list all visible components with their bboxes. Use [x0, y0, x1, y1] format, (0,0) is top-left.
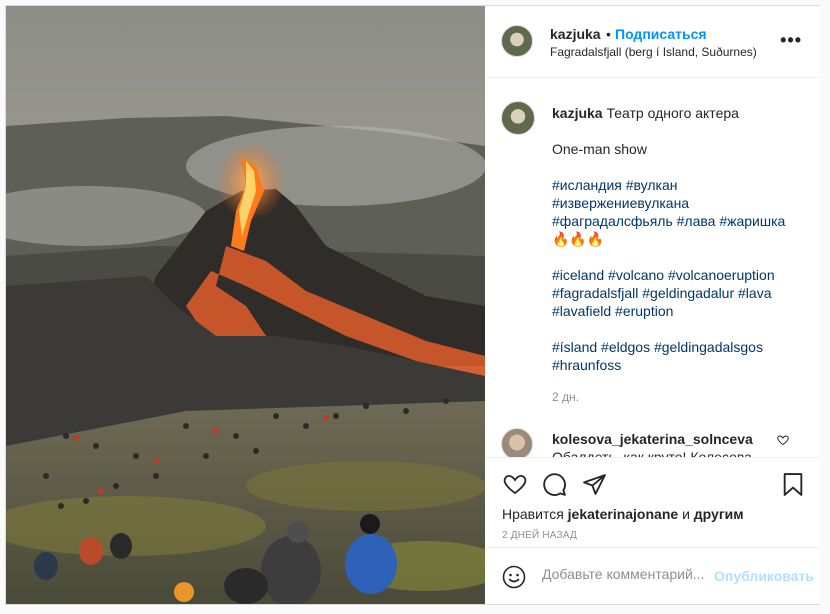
- hashtags-is-2[interactable]: #hraunfoss: [552, 356, 807, 374]
- author-username[interactable]: kazjuka: [550, 26, 601, 42]
- likes-others[interactable]: другим: [694, 506, 744, 522]
- bookmark-icon[interactable]: [782, 472, 804, 500]
- hashtags-en-3[interactable]: #lavafield #eruption: [552, 302, 807, 320]
- caption-avatar[interactable]: [501, 101, 535, 135]
- post-photo[interactable]: [6, 6, 485, 604]
- post-card: kazjuka • Подписаться Fagradalsfjall (be…: [5, 5, 820, 605]
- heart-icon[interactable]: [502, 472, 528, 499]
- caption-age: 2 дн.: [552, 390, 579, 404]
- location-link[interactable]: Fagradalsfjall (berg í Island, Suðurnes): [550, 45, 757, 59]
- author-avatar[interactable]: [501, 25, 533, 57]
- caption-text: Театр одного актера: [606, 105, 739, 121]
- publish-button[interactable]: Опубликовать: [714, 568, 814, 584]
- volcano-photo: [6, 6, 485, 604]
- post-side-panel: kazjuka • Подписаться Fagradalsfjall (be…: [486, 6, 820, 604]
- commenter-avatar[interactable]: [501, 428, 533, 457]
- likes-summary: Нравится jekaterinajonane и другим: [502, 506, 744, 522]
- hashtags-ru-2[interactable]: #извержениевулкана: [552, 194, 807, 212]
- hashtags-is-1[interactable]: #ísland #eldgos #geldingadalsgos: [552, 338, 807, 356]
- commenter-username[interactable]: kolesova_jekaterina_solnceva: [552, 431, 753, 447]
- share-icon[interactable]: [582, 472, 607, 500]
- comment-icon[interactable]: [542, 472, 567, 500]
- likes-user[interactable]: jekaterinajonane: [568, 506, 679, 522]
- hashtags-en-1[interactable]: #iceland #volcano #volcanoeruption: [552, 266, 807, 284]
- action-bar: Нравится jekaterinajonane и другим 2 ДНЕ…: [486, 457, 820, 547]
- comment-text: Обалдеть, как круто! Колесова: [552, 449, 752, 457]
- emoji-icon[interactable]: [502, 565, 526, 592]
- comment-like-icon[interactable]: [777, 434, 789, 449]
- comments-section[interactable]: kazjuka Театр одного актера One-man show…: [486, 79, 820, 457]
- hashtags-ru-3[interactable]: #фаградалсфьяль #лава #жаришка: [552, 212, 807, 230]
- add-comment-bar: Опубликовать: [486, 547, 820, 604]
- comment-input[interactable]: [542, 566, 708, 582]
- hashtags-en-2[interactable]: #fagradalsfjall #geldingadalur #lava: [552, 284, 807, 302]
- likes-and: и: [682, 506, 690, 522]
- hashtags-ru-1[interactable]: #исландия #вулкан: [552, 176, 807, 194]
- post-date[interactable]: 2 ДНЕЙ НАЗАД: [502, 530, 577, 541]
- post-caption: kazjuka Театр одного актера One-man show…: [552, 104, 807, 374]
- post-header: kazjuka • Подписаться Fagradalsfjall (be…: [486, 6, 820, 78]
- separator-dot: •: [606, 26, 611, 42]
- follow-button[interactable]: Подписаться: [615, 26, 707, 42]
- likes-prefix: Нравится: [502, 506, 564, 522]
- caption-line-english: One-man show: [552, 141, 647, 157]
- caption-username[interactable]: kazjuka: [552, 105, 603, 121]
- more-options-icon[interactable]: •••: [780, 30, 802, 51]
- fire-emoji: 🔥🔥🔥: [552, 231, 605, 247]
